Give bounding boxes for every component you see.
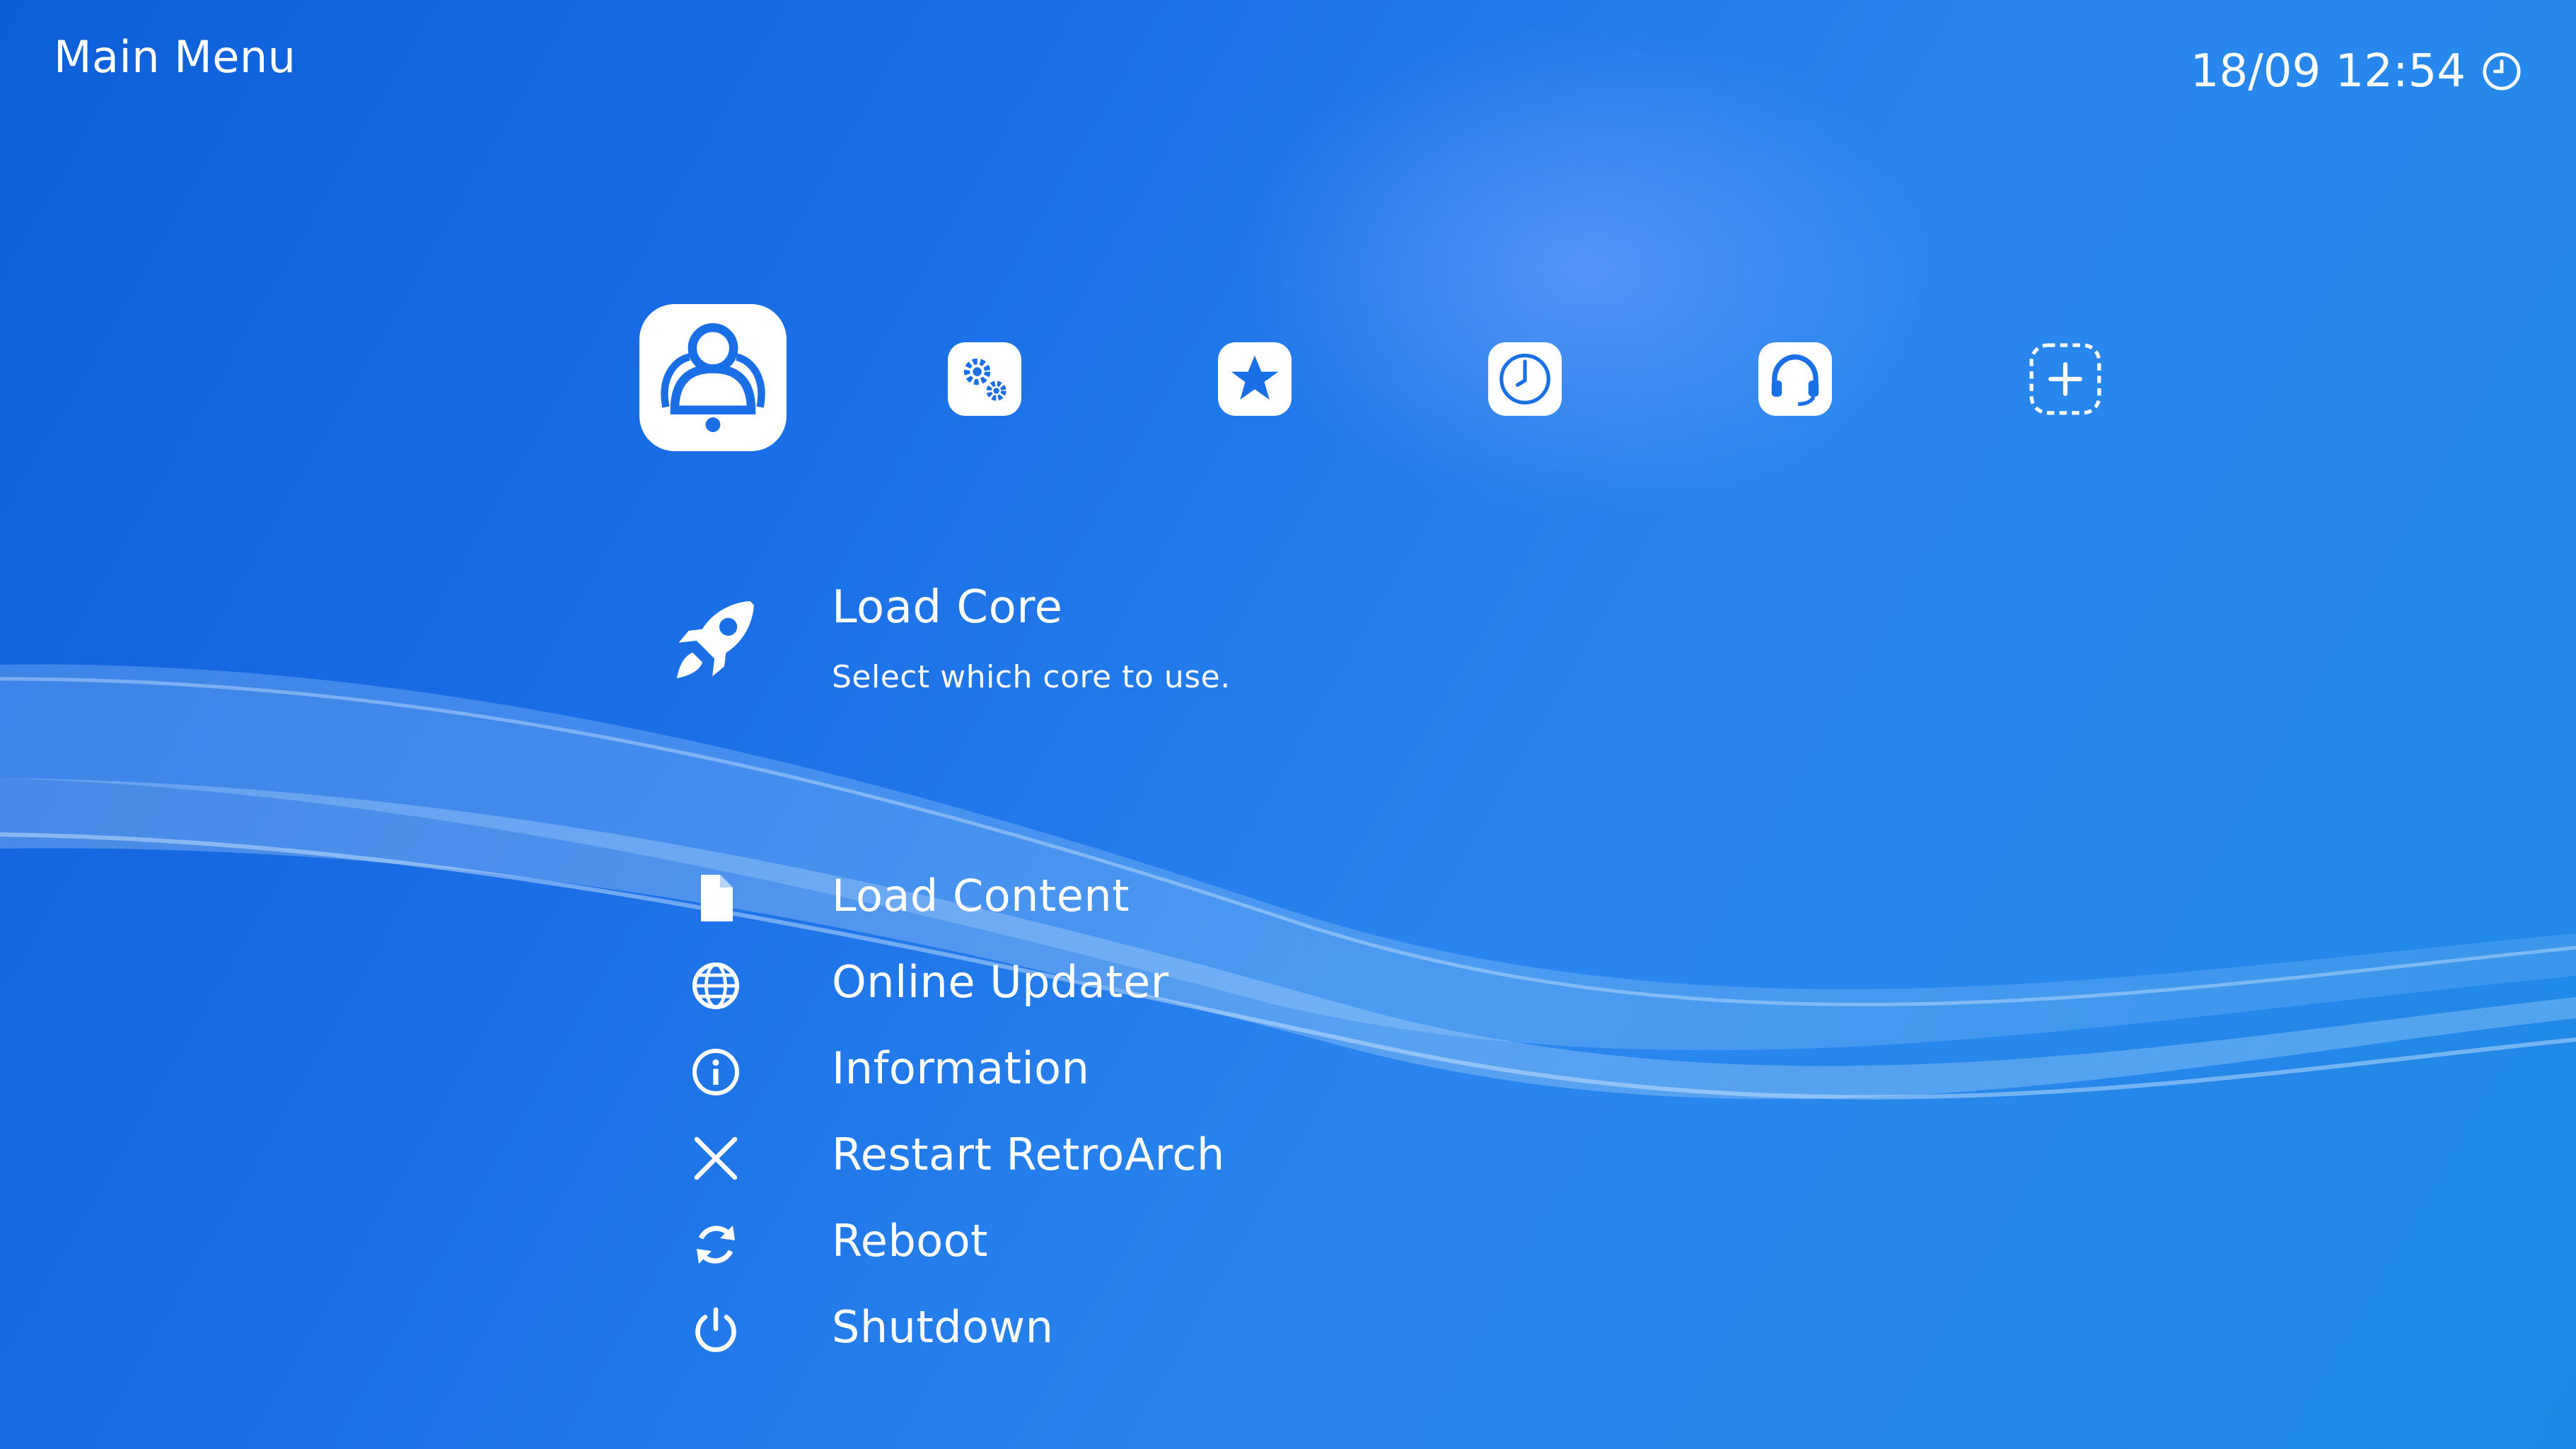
tab-history[interactable] [1488, 342, 1562, 416]
clock-icon [1488, 342, 1562, 416]
menu-item-load-content-icon [690, 873, 741, 924]
tab-settings[interactable] [948, 342, 1021, 416]
info-icon [692, 1049, 739, 1095]
menu-item-reboot[interactable]: Reboot [832, 1215, 988, 1267]
star-icon [1218, 342, 1292, 416]
menu-item-restart-retroarch[interactable]: Restart RetroArch [832, 1129, 1225, 1180]
menu-item-online-updater-icon [690, 960, 741, 1011]
clock: 18/09 12:54 [2191, 45, 2522, 98]
menu-item-reboot-icon [690, 1219, 741, 1270]
menu-item-information-icon [690, 1047, 741, 1098]
tab-favorites[interactable] [1218, 342, 1292, 416]
tab-netplay[interactable] [1758, 342, 1832, 416]
menu-item-load-content[interactable]: Load Content [832, 870, 1130, 921]
gears-icon [948, 342, 1021, 416]
refresh-icon [697, 1226, 735, 1264]
tab-main-menu[interactable] [639, 304, 787, 451]
menu-item-information[interactable]: Information [832, 1042, 1089, 1094]
menu-item-online-updater[interactable]: Online Updater [832, 956, 1169, 1008]
background-wave [0, 664, 2576, 1100]
menu-item-restart-icon [690, 1133, 741, 1184]
menu-item-load-core[interactable]: Load Core [832, 581, 1063, 634]
menu-item-load-core-sublabel: Select which core to use. [832, 659, 1231, 695]
category-tabs [0, 304, 2576, 453]
file-icon [701, 875, 733, 921]
close-x-icon [694, 1136, 738, 1180]
tab-import-content[interactable] [2029, 342, 2102, 416]
menu-item-shutdown-icon [690, 1305, 741, 1356]
clock-icon [2483, 52, 2521, 91]
clock-text: 18/09 12:54 [2190, 45, 2466, 98]
globe-icon [692, 962, 739, 1009]
add-icon [2029, 343, 2101, 415]
power-icon [695, 1307, 736, 1352]
menu-item-shutdown[interactable]: Shutdown [832, 1301, 1054, 1353]
headset-icon [1758, 342, 1832, 416]
retroarch-logo-icon [639, 304, 787, 451]
rocket-icon [676, 601, 754, 679]
page-title: Main Menu [54, 31, 296, 83]
menu-item-load-core-icon [665, 591, 764, 690]
